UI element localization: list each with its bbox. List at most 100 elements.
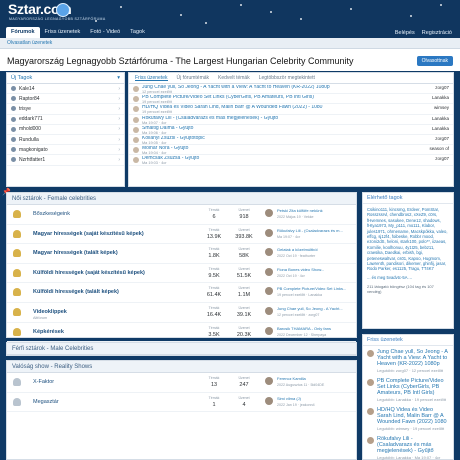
- member-name[interactable]: eddark771: [19, 116, 115, 122]
- nav-new-posts[interactable]: Friss üzenetek: [40, 27, 86, 38]
- forum-name[interactable]: Magyar hírességek (saját készítésű képek…: [33, 231, 144, 237]
- forum-row[interactable]: Magyar hírességek (saját készítésű képek…: [7, 225, 356, 245]
- member-name[interactable]: mhold000: [19, 126, 115, 132]
- forum-row[interactable]: Külföldi hírességek (saját készítésű kép…: [7, 264, 356, 284]
- member-name[interactable]: magkonigato: [19, 147, 115, 153]
- last-post-title[interactable]: PB Complete Picture/Video Set Links...: [277, 286, 357, 291]
- thread-title[interactable]: Jung Chae yull, So Jeong - A Yacht with …: [142, 85, 412, 91]
- category-title[interactable]: Férfi sztárok - Male Celebrities: [7, 343, 356, 355]
- threads-label: Témák: [208, 325, 220, 330]
- forum-name[interactable]: X-Faktor: [33, 379, 54, 385]
- member-name[interactable]: Rundulla: [19, 137, 115, 143]
- thread-user[interactable]: season of: [415, 146, 449, 151]
- thread-row[interactable]: Kollányi Zsuzsi - Gyűjtőtopic zorg07 Ma 19…: [129, 135, 453, 146]
- latest-post-item[interactable]: Rökufalvy Lili - (Csaladvarazs és más me…: [363, 433, 453, 460]
- thread-user[interactable]: Lanakka: [415, 126, 449, 131]
- tab-liked-threads[interactable]: Kedvelt témák: [218, 75, 250, 81]
- mark-read-button[interactable]: Olvasottnak: [416, 56, 453, 66]
- last-post-title[interactable]: Jung Chae yull, So Jeong - A Yacht...: [277, 306, 357, 311]
- forum-name[interactable]: Külföldi hírességek (talált képek): [33, 289, 119, 295]
- thread-row[interactable]: Smaltig Dalma - Gyűjtő Lanakka Ma 19:06 · …: [129, 125, 453, 135]
- last-post-title[interactable]: Gelatak a közelmúltból: [277, 247, 357, 252]
- member-name[interactable]: Nzrhtfatter1: [19, 157, 115, 163]
- latest-post-title[interactable]: HD/HQ Videa és Video Sarah Lind, Malin B…: [377, 407, 449, 425]
- member-name[interactable]: trisye: [19, 106, 115, 112]
- forum-row[interactable]: Bőszkeségeink Témák 6 Üzenet 918 Petski Zita …: [7, 205, 356, 225]
- thread-title[interactable]: PB Complete Picture/Video Set Links (Cyb…: [142, 95, 412, 101]
- nav-members[interactable]: Tagok: [125, 27, 150, 38]
- category-title[interactable]: Női sztárok - Female celebrities: [7, 193, 356, 205]
- forum-row[interactable]: Külföldi hírességek (talált képek) Témák 6…: [7, 283, 356, 303]
- thread-title[interactable]: Rökufalvy Lili - (Csaladvarazs és más me…: [142, 116, 412, 122]
- thread-row[interactable]: Jung Chae yull, So Jeong - A Yacht with …: [129, 84, 453, 95]
- forum-row[interactable]: Magyar hírességek (talált képek) Témák 1.8…: [7, 244, 356, 264]
- register-link[interactable]: Regisztráció: [422, 30, 452, 36]
- tab-new-threads[interactable]: Új fórumtémák: [177, 75, 210, 81]
- member-name[interactable]: Kale14: [19, 86, 115, 92]
- member-row[interactable]: Rundulla ›: [7, 135, 124, 146]
- latest-post-title[interactable]: PB Complete Picture/Video Set Links (Cyb…: [377, 378, 449, 396]
- thread-user[interactable]: Lanakka: [415, 95, 449, 100]
- member-name[interactable]: Raptor84: [19, 96, 115, 102]
- online-members-list[interactable]: Csikino111, kincsmg, Erdeer, PomStar, Ro…: [363, 204, 453, 275]
- thread-user[interactable]: Lanakka: [415, 116, 449, 121]
- thread-row[interactable]: Demcsák Zsuzsa - Gyűjtő zorg07 Ma 19:03 · …: [129, 155, 453, 166]
- breadcrumb[interactable]: Olvasatlan üzenetek: [0, 38, 460, 49]
- thread-row[interactable]: PB Complete Picture/Video Set Links (Cyb…: [129, 94, 453, 105]
- member-row[interactable]: mhold000 ›: [7, 125, 124, 135]
- latest-post-title[interactable]: Jung Chae yull, So Jeong - A Yacht with …: [377, 349, 449, 367]
- chevron-right-icon: ›: [118, 95, 120, 102]
- tab-new-posts[interactable]: Friss üzenetek: [135, 75, 168, 81]
- forum-row[interactable]: Képkérések Témák 3.5K Üzenet 20.3K Barcsik TH…: [7, 323, 356, 343]
- forum-name[interactable]: Videoklippek: [33, 309, 67, 315]
- forum-name[interactable]: Megasztár: [33, 399, 59, 405]
- latest-post-item[interactable]: PB Complete Picture/Video Set Links (Cyb…: [363, 375, 453, 404]
- thread-user[interactable]: zorg07: [415, 85, 449, 90]
- member-row[interactable]: Nzrhtfatter1 ›: [7, 155, 124, 166]
- category-title[interactable]: Valóság show - Reality Shows: [7, 361, 356, 373]
- forum-name[interactable]: Magyar hírességek (talált képek): [33, 250, 118, 256]
- nav-media[interactable]: Fotó - Videó: [85, 27, 125, 38]
- thread-user[interactable]: zorg07: [415, 136, 449, 141]
- forum-row[interactable]: X-Faktor Témák 13 Üzenet 247 Ferencz Kamilla 2…: [7, 373, 356, 393]
- forum-subforum[interactable]: Altfórum: [33, 316, 47, 320]
- chevron-right-icon: ›: [118, 156, 120, 163]
- member-row[interactable]: Raptor84 ›: [7, 94, 124, 105]
- tab-most-viewed[interactable]: Legtöbbször megtekintett: [259, 75, 315, 81]
- nav-forums[interactable]: Fórumok: [6, 27, 40, 38]
- last-post-title[interactable]: Petski Zita külföfe nekünk: [277, 208, 357, 213]
- latest-post-meta: Legutóbb: Lanakka · Ma 19:07 · 4cr: [377, 455, 441, 460]
- login-link[interactable]: Belépés: [395, 30, 415, 36]
- new-members-header[interactable]: Új Tagok ▾: [7, 73, 124, 84]
- thread-user[interactable]: zorg07: [415, 156, 449, 161]
- forum-name[interactable]: Külföldi hírességek (saját készítésű kép…: [33, 270, 145, 276]
- user-icon: [11, 126, 16, 132]
- forum-row[interactable]: Videoklippek Altfórum Témák 16.4K Üzenet 39.1…: [7, 303, 356, 323]
- latest-post-item[interactable]: HD/HQ Videa és Video Sarah Lind, Malin B…: [363, 404, 453, 433]
- last-post-title[interactable]: Simi vilma (J): [277, 396, 357, 401]
- thread-title[interactable]: Kollányi Zsuzsi - Gyűjtőtopic: [142, 136, 412, 142]
- forum-row[interactable]: Megasztár Témák 1 Üzenet 4 Simi vilma (J) 2022…: [7, 393, 356, 413]
- thread-user[interactable]: wimsey: [415, 105, 449, 110]
- last-post-title[interactable]: Barcsik THAMARA - Only fans: [277, 326, 357, 331]
- thread-row[interactable]: Rökufalvy Lili - (Csaladvarazs és más me…: [129, 115, 453, 125]
- member-row[interactable]: magkonigato ›: [7, 145, 124, 156]
- thread-title[interactable]: Demcsák Zsuzsa - Gyűjtő: [142, 156, 412, 162]
- online-more[interactable]: ... és meg 5vadvtc-5A ...: [363, 275, 453, 283]
- last-post-title[interactable]: Ferencz Kamilla: [277, 376, 357, 381]
- thread-row[interactable]: HD/HQ Videa és Video Sarah Lind, Malin B…: [129, 104, 453, 115]
- thread-title[interactable]: HD/HQ Videa és Video Sarah Lind, Malin B…: [142, 105, 412, 111]
- latest-post-title[interactable]: Rökufalvy Lili - (Csaladvarazs és más me…: [377, 436, 449, 454]
- forum-name[interactable]: Bőszkeségeink: [33, 211, 70, 217]
- member-row[interactable]: trisye ›: [7, 104, 124, 115]
- forum-bell-icon: [13, 327, 21, 336]
- latest-post-item[interactable]: Jung Chae yull, So Jeong - A Yacht with …: [363, 346, 453, 375]
- last-post-title[interactable]: Rökufalvy Lili - (Csaladvarazs és m...: [277, 228, 357, 233]
- thread-title[interactable]: Smaltig Dalma - Gyűjtő: [142, 126, 412, 132]
- thread-title[interactable]: Molnár Nóra - Gyűjtő: [142, 146, 412, 152]
- member-row[interactable]: eddark771 ›: [7, 115, 124, 125]
- member-row[interactable]: Kale14 ›: [7, 84, 124, 95]
- thread-row[interactable]: Molnár Nóra - Gyűjtő season of Ma 19:04 · …: [129, 145, 453, 156]
- forum-name[interactable]: Képkérések: [33, 329, 64, 335]
- last-post-title[interactable]: Fiona Bones video Show...: [277, 267, 357, 272]
